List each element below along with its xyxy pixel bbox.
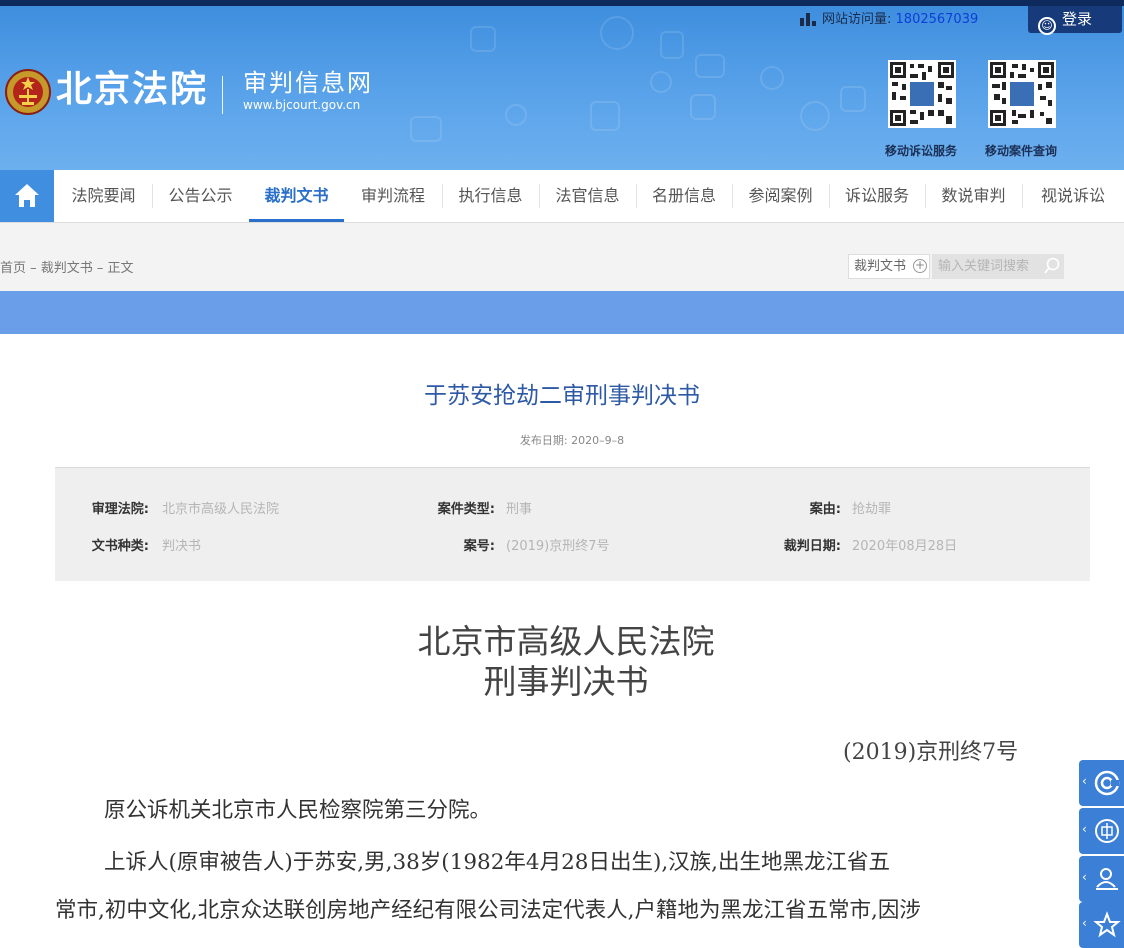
decor-shape	[590, 101, 620, 131]
document-paragraph: 原公诉机关北京市人民检察院第三分院。	[104, 798, 492, 823]
emblem-icon	[1095, 819, 1119, 843]
meta-case-type-label: 案件类型:	[437, 502, 495, 517]
case-number: (2019)京刑终7号	[843, 740, 1019, 765]
bar-chart-icon	[800, 13, 816, 26]
qr-code-litigation[interactable]	[888, 60, 956, 128]
decor-shape	[470, 26, 496, 52]
court-name: 北京市高级人民法院	[417, 622, 715, 661]
main-nav: 法院要闻 公告公示 裁判文书 审判流程 执行信息 法官信息 名册信息 参阅案例 …	[0, 170, 1124, 223]
nav-item-reference-cases[interactable]: 参阅案例	[732, 170, 829, 222]
meta-judgment-date-label: 裁判日期:	[783, 539, 841, 554]
chevron-left-icon: ‹	[1082, 916, 1087, 930]
plus-icon: +	[913, 258, 927, 273]
home-icon	[15, 184, 39, 207]
nav-item-judgments[interactable]: 裁判文书	[249, 170, 344, 222]
c-icon	[1094, 770, 1120, 796]
login-label: 登录	[1062, 10, 1093, 28]
banner-band	[0, 291, 1124, 334]
decor-shape	[410, 116, 442, 142]
decor-shape	[760, 66, 784, 90]
float-tool-court[interactable]: ‹	[1079, 808, 1124, 854]
decor-shape	[840, 86, 866, 112]
meta-doc-type-value: 判决书	[162, 539, 202, 554]
publish-date: 发布日期: 2020–9–8	[519, 434, 625, 447]
site-subtitle-text: 审判信息网	[243, 69, 373, 97]
float-tool-favorite[interactable]: ‹	[1079, 902, 1124, 948]
user-icon: ☺	[1038, 17, 1056, 35]
visit-count: 1802567039	[895, 12, 979, 27]
login-button[interactable]: ☺ 登录	[1028, 6, 1122, 35]
qr-label-case-query: 移动案件查询	[985, 144, 1058, 158]
decor-shape	[800, 101, 830, 131]
nav-item-notices[interactable]: 公告公示	[152, 170, 249, 222]
meta-court-value: 北京市高级人民法院	[162, 502, 280, 517]
nav-item-trial-data[interactable]: 数说审判	[925, 170, 1022, 222]
document-paragraph: 常市,初中文化,北京众达联创房地产经纪有限公司法定代表人,户籍地为黑龙江省五常市…	[55, 898, 921, 923]
meta-court-label: 审理法院:	[91, 502, 149, 517]
court-emblem-icon[interactable]	[5, 67, 51, 117]
float-tool-user[interactable]: ‹	[1079, 856, 1124, 902]
chevron-left-icon: ‹	[1082, 822, 1087, 836]
nav-item-enforcement[interactable]: 执行信息	[442, 170, 539, 222]
nav-item-video-litigation[interactable]: 视说诉讼	[1022, 170, 1124, 222]
meta-case-no-value: (2019)京刑终7号	[506, 539, 610, 554]
visit-counter: 网站访问量: 1802567039	[800, 6, 978, 34]
meta-case-no-label: 案号:	[463, 539, 495, 554]
meta-cause-label: 案由:	[809, 502, 841, 517]
case-meta-panel: 审理法院: 北京市高级人民法院 案件类型: 刑事 案由: 抢劫罪 文书种类: 判…	[55, 467, 1090, 581]
meta-cause-value: 抢劫罪	[852, 502, 892, 517]
document-heading: 北京市高级人民法院 刑事判决书	[0, 622, 1124, 702]
nav-item-registry[interactable]: 名册信息	[636, 170, 732, 222]
nav-item-news[interactable]: 法院要闻	[55, 170, 152, 222]
document-kind: 刑事判决书	[483, 662, 649, 701]
chevron-left-icon: ‹	[1082, 774, 1087, 788]
decor-shape	[650, 71, 672, 93]
qr-code-case-query[interactable]	[988, 60, 1056, 128]
decor-shape	[600, 16, 634, 50]
site-logo-text[interactable]: 北京法院	[56, 66, 208, 114]
search-scope-select[interactable]: 裁判文书 +	[848, 254, 930, 279]
user-icon	[1096, 868, 1118, 890]
meta-judgment-date-value: 2020年08月28日	[852, 539, 958, 554]
logo-divider	[222, 76, 223, 114]
nav-item-trial-process[interactable]: 审判流程	[344, 170, 442, 222]
decor-shape	[505, 104, 527, 126]
document-paragraph: 上诉人(原审被告人)于苏安,男,38岁(1982年4月28日出生),汉族,出生地…	[104, 850, 891, 875]
meta-case-type-value: 刑事	[506, 502, 533, 517]
star-icon	[1093, 911, 1121, 938]
chevron-left-icon: ‹	[1082, 870, 1087, 884]
meta-doc-type-label: 文书种类:	[91, 539, 149, 554]
site-subtitle: 审判信息网 www.bjcourt.gov.cn	[243, 68, 373, 112]
visit-label: 网站访问量:	[822, 12, 892, 27]
document-title: 于苏安抢劫二审刑事判决书	[424, 383, 700, 409]
nav-item-litigation-service[interactable]: 诉讼服务	[829, 170, 925, 222]
nav-item-judges[interactable]: 法官信息	[539, 170, 636, 222]
decor-shape	[690, 94, 716, 120]
search-scope-label: 裁判文书	[854, 259, 907, 274]
breadcrumb[interactable]: 首页 – 裁判文书 – 正文	[0, 257, 134, 276]
qr-label-litigation: 移动诉讼服务	[885, 144, 958, 158]
decor-shape	[660, 31, 684, 59]
float-tool-service[interactable]: ‹	[1079, 760, 1124, 806]
site-url: www.bjcourt.gov.cn	[243, 98, 361, 112]
nav-home[interactable]	[0, 170, 54, 222]
decor-shape	[695, 54, 725, 78]
search-icon[interactable]	[1043, 257, 1061, 275]
